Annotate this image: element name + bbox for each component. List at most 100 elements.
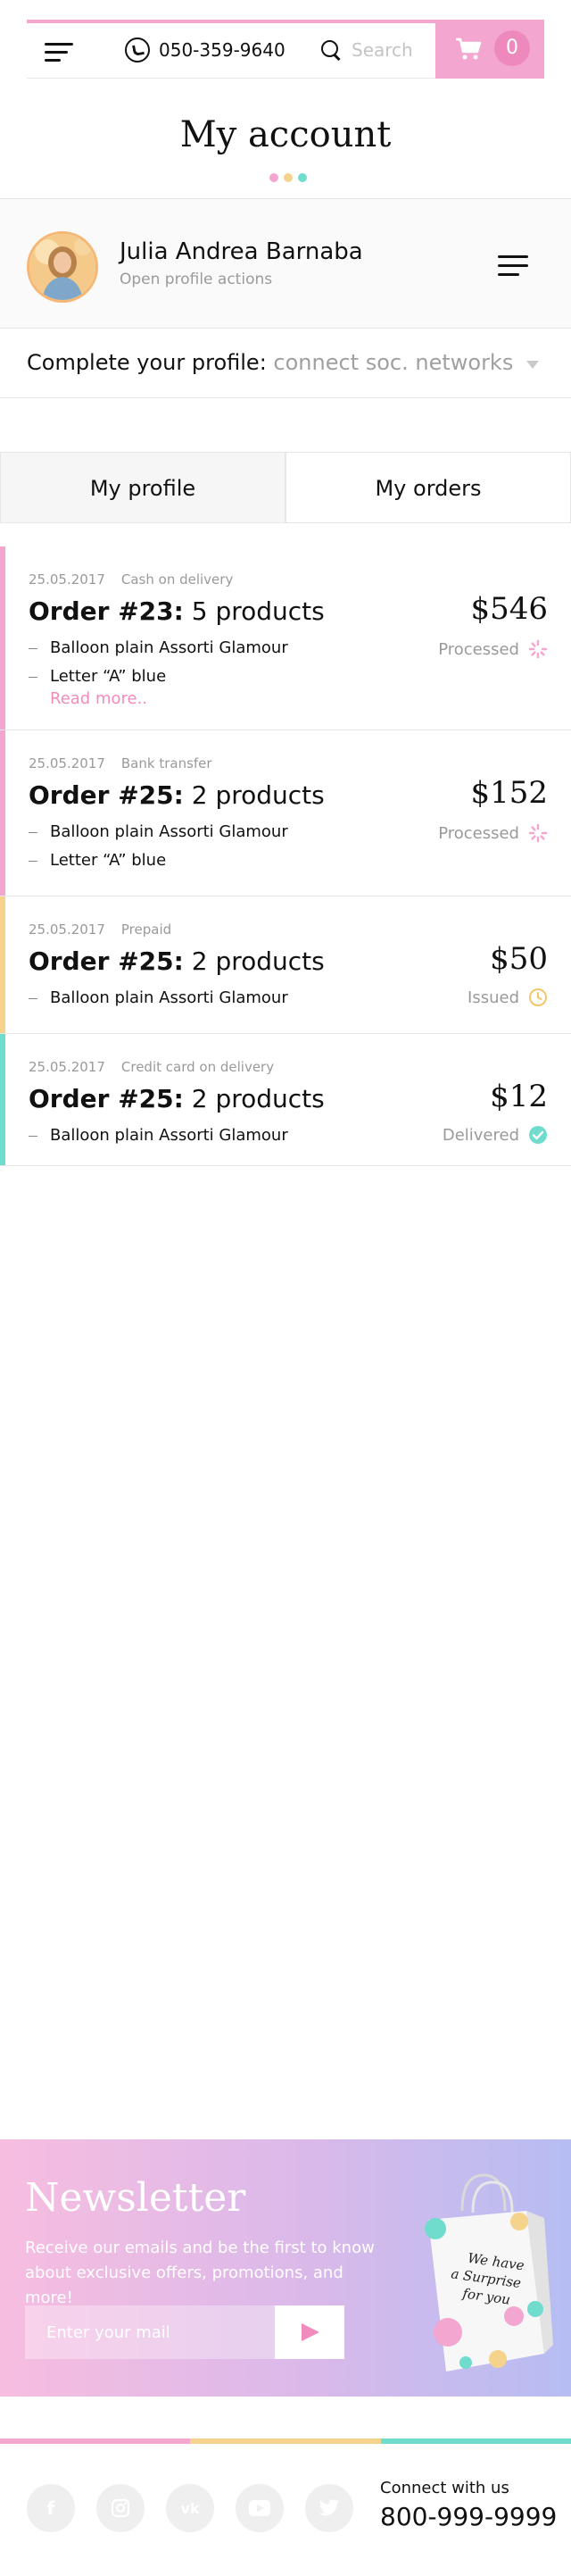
facebook-icon[interactable]: f [27,2484,75,2532]
newsletter-email-input[interactable] [25,2305,275,2359]
order-items: Balloon plain Assorti Glamour Letter “A”… [29,634,288,691]
order-item: Letter “A” blue [29,663,288,691]
profile-card: Julia Andrea Barnaba Open profile action… [0,198,571,329]
pink-dot [269,173,278,182]
order-meta: 25.05.2017 Bank transfer [29,755,212,771]
order-payment-method: Prepaid [120,921,172,938]
newsletter-section: Newsletter Receive our emails and be the… [0,2139,571,2397]
complete-profile-label: Complete your profile: connect soc. netw… [27,350,513,375]
order-number: Order #25: [29,946,184,976]
connect-label: Connect with us [380,2479,509,2497]
order-title: Order #23: 5 products [29,596,325,626]
order-accent-bar [0,896,5,1033]
account-tabs: My profile My orders [0,452,571,523]
order-status-label: Processed [438,823,519,843]
order-date: 25.05.2017 [29,755,105,771]
tab-my-orders[interactable]: My orders [286,452,571,523]
order-number: Order #25: [29,780,184,810]
order-status: Processed [438,639,548,659]
order-accent-bar [0,730,5,896]
order-product-count: 2 products [191,1084,325,1113]
footer-phone[interactable]: 800-999-9999 [380,2502,557,2531]
order-price: $50 [490,941,548,977]
profile-actions-menu-icon[interactable] [498,255,528,277]
order-item: Balloon plain Assorti Glamour [29,1121,288,1150]
gift-bag-image: We have a Surprise for you [425,2173,553,2372]
whatsapp-icon [125,38,150,63]
newsletter-title: Newsletter [25,2175,246,2221]
order-item-label: Balloon plain Assorti Glamour [50,988,288,1007]
spinner-icon [528,639,548,659]
order-items: Balloon plain Assorti Glamour [29,984,288,1013]
cart-count-badge: 0 [494,30,530,66]
clock-icon [529,988,547,1006]
footer-color-stripe [0,2438,571,2444]
complete-profile-label-text: Complete your profile: [27,350,267,375]
order-number: Order #23: [29,596,184,626]
site-header: 050-359-9640 0 [27,20,544,79]
teal-dot [298,173,307,182]
profile-actions-link[interactable]: Open profile actions [120,271,272,288]
order-item: Balloon plain Assorti Glamour [29,634,288,663]
header-phone-number[interactable]: 050-359-9640 [159,39,286,61]
order-payment-method: Cash on delivery [120,571,234,588]
order-product-count: 2 products [191,780,325,810]
order-number: Order #25: [29,1084,184,1113]
spinner-icon [528,823,548,843]
order-item-label: Balloon plain Assorti Glamour [50,638,288,657]
order-status-label: Delivered [442,1125,519,1145]
youtube-icon[interactable] [236,2484,284,2532]
newsletter-description: Receive our emails and be the first to k… [25,2238,375,2307]
orders-list: 25.05.2017 Cash on delivery Order #23: 5 … [0,546,571,1166]
instagram-icon[interactable] [96,2484,145,2532]
order-item-label: Balloon plain Assorti Glamour [50,822,288,841]
order-meta: 25.05.2017 Cash on delivery [29,571,233,588]
cart-icon [456,38,482,60]
order-item: Balloon plain Assorti Glamour [29,818,288,846]
order-price: $152 [470,775,548,811]
vk-icon[interactable]: vk [166,2484,214,2532]
order-payment-method: Credit card on delivery [120,1059,275,1075]
order-price: $12 [490,1079,548,1114]
order-item-label: Balloon plain Assorti Glamour [50,1126,288,1145]
cart-button[interactable]: 0 [435,20,544,79]
header-phone[interactable]: 050-359-9640 [125,38,286,63]
order-items: Balloon plain Assorti Glamour Letter “A”… [29,818,288,875]
page-title: My account [179,114,392,155]
send-arrow-icon [302,2323,319,2341]
order-row[interactable]: 25.05.2017 Bank transfer Order #25: 2 pro… [0,730,571,896]
order-status: Processed [438,823,548,843]
order-date: 25.05.2017 [29,921,105,938]
order-status-label: Issued [468,988,519,1007]
order-title: Order #25: 2 products [29,780,325,810]
order-title: Order #25: 2 products [29,946,325,976]
order-row[interactable]: 25.05.2017 Cash on delivery Order #23: 5 … [0,546,571,730]
avatar[interactable] [27,231,98,303]
order-payment-method: Bank transfer [120,755,212,771]
newsletter-submit-button[interactable] [275,2305,344,2359]
search-input[interactable] [352,39,441,61]
tab-my-profile[interactable]: My profile [0,452,286,523]
order-product-count: 5 products [191,596,325,626]
twitter-icon[interactable] [305,2484,353,2532]
order-item-label: Letter “A” blue [50,667,167,686]
order-item: Balloon plain Assorti Glamour [29,984,288,1013]
read-more-link[interactable]: Read more.. [50,689,147,708]
order-item-label: Letter “A” blue [50,851,167,870]
search-icon[interactable] [321,40,341,60]
title-decoration-dots [269,173,307,182]
order-date: 25.05.2017 [29,1059,105,1075]
order-product-count: 2 products [191,946,325,976]
complete-profile-value: connect soc. networks [273,350,514,375]
order-price: $546 [470,591,548,627]
order-row[interactable]: 25.05.2017 Prepaid Order #25: 2 products … [0,896,571,1034]
order-row[interactable]: 25.05.2017 Credit card on delivery Order … [0,1034,571,1166]
complete-profile-dropdown[interactable]: Complete your profile: connect soc. netw… [0,329,571,398]
order-item: Letter “A” blue [29,846,288,875]
chevron-down-icon[interactable] [526,361,539,369]
hamburger-menu-icon[interactable] [45,43,73,63]
check-circle-icon [529,1126,547,1144]
order-title: Order #25: 2 products [29,1084,325,1113]
order-accent-bar [0,1034,5,1165]
order-items: Balloon plain Assorti Glamour [29,1121,288,1150]
